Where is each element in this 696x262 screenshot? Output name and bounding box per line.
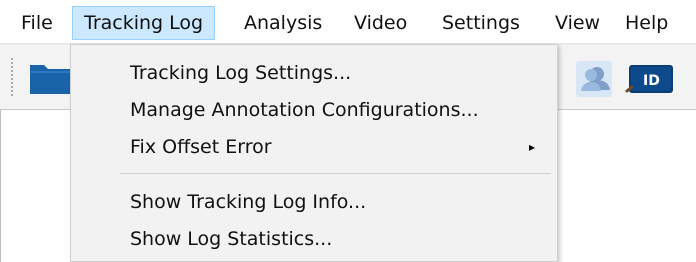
menu-file[interactable]: File — [10, 6, 64, 40]
menu-item-show-log-statistics[interactable]: Show Log Statistics... — [71, 221, 557, 257]
menu-item-show-tracking-log-info[interactable]: Show Tracking Log Info... — [71, 184, 557, 220]
menu-video[interactable]: Video — [343, 6, 418, 40]
menu-analysis[interactable]: Analysis — [233, 6, 333, 40]
menu-help[interactable]: Help — [614, 6, 679, 40]
id-icon-text: ID — [643, 73, 660, 89]
menu-view[interactable]: View — [544, 6, 611, 40]
menu-tracking-log[interactable]: Tracking Log — [72, 6, 216, 40]
tracking-log-menu: Tracking Log Settings... Manage Annotati… — [70, 44, 558, 262]
application-window: File Tracking Log Analysis Video Setting… — [0, 0, 696, 262]
folder-icon[interactable] — [29, 61, 73, 95]
person-icon[interactable] — [574, 59, 614, 99]
menu-settings[interactable]: Settings — [431, 6, 531, 40]
menu-item-tracking-log-settings[interactable]: Tracking Log Settings... — [71, 55, 557, 91]
menu-item-fix-offset-error[interactable]: Fix Offset Error ▸ — [71, 129, 557, 165]
menu-item-label: Fix Offset Error — [130, 136, 272, 158]
menu-item-manage-annotation-configurations[interactable]: Manage Annotation Configurations... — [71, 92, 557, 128]
id-icon[interactable]: ID — [625, 59, 677, 99]
submenu-arrow-icon: ▸ — [528, 140, 535, 154]
menu-separator — [120, 173, 551, 174]
toolbar-gripper[interactable] — [10, 57, 14, 97]
menu-bar: File Tracking Log Analysis Video Setting… — [0, 0, 696, 44]
